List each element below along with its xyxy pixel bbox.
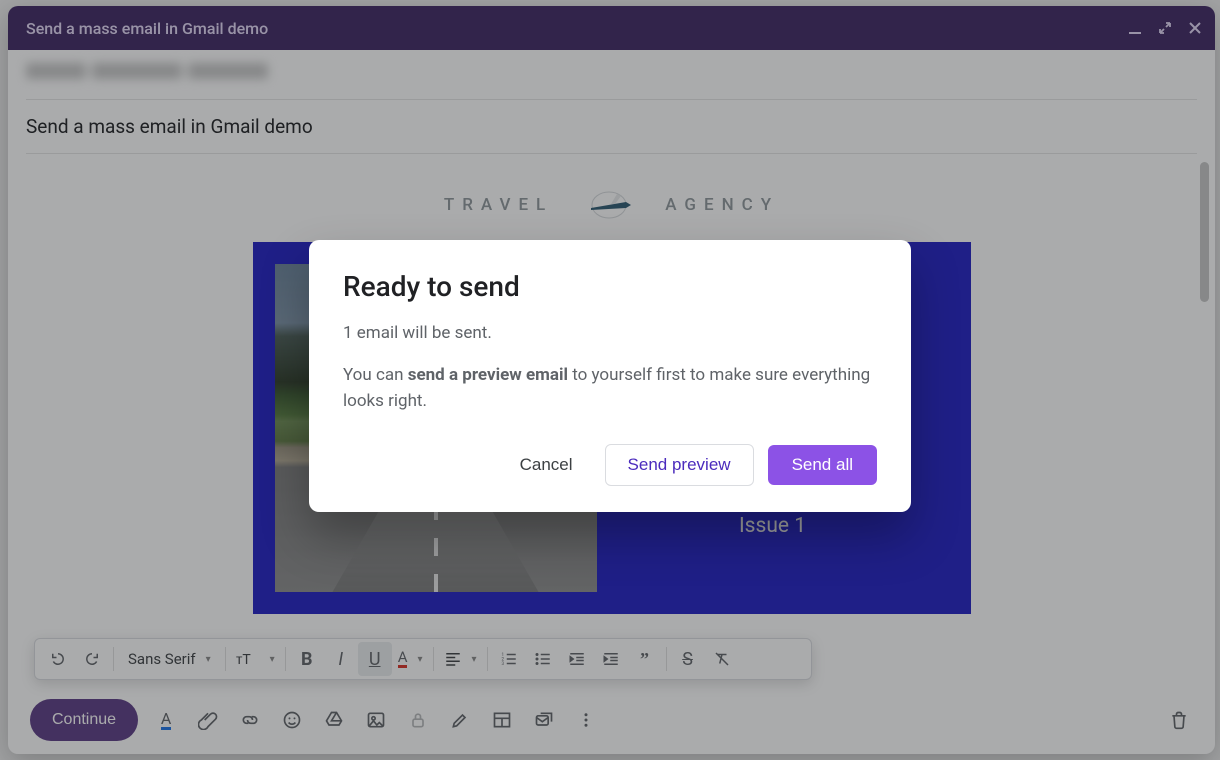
modal-preview-line: You can send a preview email to yourself… [343, 363, 877, 414]
send-preview-button[interactable]: Send preview [605, 444, 754, 486]
modal-count-line: 1 email will be sent. [343, 323, 877, 343]
modal-title: Ready to send [343, 270, 877, 303]
ready-to-send-modal: Ready to send 1 email will be sent. You … [309, 240, 911, 512]
cancel-button[interactable]: Cancel [502, 445, 591, 485]
send-all-button[interactable]: Send all [768, 445, 877, 485]
